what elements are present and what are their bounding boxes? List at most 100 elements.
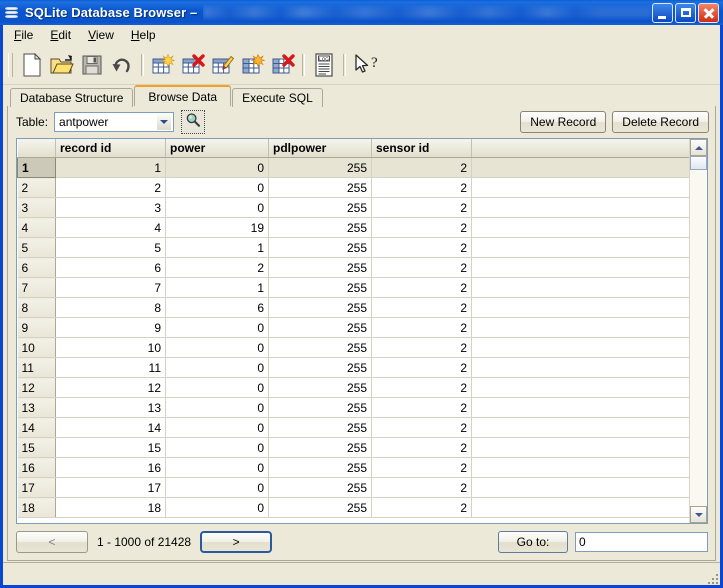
row-number[interactable]: 14 [17, 417, 56, 438]
vertical-scrollbar[interactable] [689, 139, 707, 523]
row-number[interactable]: 13 [17, 397, 56, 418]
save-icon[interactable] [77, 50, 107, 80]
row-number[interactable]: 12 [17, 377, 56, 398]
table-row[interactable]: 18 18 0 255 2 [17, 497, 689, 518]
cell-pdlpower[interactable]: 255 [268, 457, 372, 478]
cell-power[interactable]: 0 [165, 417, 269, 438]
column-header-pdlpower[interactable]: pdlpower [268, 139, 372, 158]
next-page-button[interactable]: > [200, 531, 273, 553]
cell-record-id[interactable]: 15 [55, 437, 166, 458]
cell-power[interactable]: 1 [165, 237, 269, 258]
cell-pdlpower[interactable]: 255 [268, 437, 372, 458]
cell-power[interactable]: 0 [165, 397, 269, 418]
row-number[interactable]: 7 [17, 277, 56, 298]
cell-pdlpower[interactable]: 255 [268, 257, 372, 278]
cell-record-id[interactable]: 6 [55, 257, 166, 278]
cell-power[interactable]: 0 [165, 457, 269, 478]
cell-pdlpower[interactable]: 255 [268, 477, 372, 498]
cell-record-id[interactable]: 10 [55, 337, 166, 358]
cell-power[interactable]: 19 [165, 217, 269, 238]
create-table-icon[interactable] [148, 50, 178, 80]
table-row[interactable]: 14 14 0 255 2 [17, 417, 689, 438]
row-number[interactable]: 18 [17, 497, 56, 518]
cell-sensor-id[interactable]: 2 [371, 277, 472, 298]
cell-sensor-id[interactable]: 2 [371, 397, 472, 418]
table-row[interactable]: 8 8 6 255 2 [17, 297, 689, 318]
cell-sensor-id[interactable]: 2 [371, 297, 472, 318]
cell-record-id[interactable]: 8 [55, 297, 166, 318]
row-number[interactable]: 17 [17, 477, 56, 498]
row-number[interactable]: 1 [17, 157, 56, 178]
cell-power[interactable]: 2 [165, 257, 269, 278]
cell-power[interactable]: 0 [165, 477, 269, 498]
tab-browse-data[interactable]: Browse Data [134, 85, 232, 106]
cell-record-id[interactable]: 17 [55, 477, 166, 498]
cell-sensor-id[interactable]: 2 [371, 197, 472, 218]
row-number[interactable]: 15 [17, 437, 56, 458]
table-row[interactable]: 10 10 0 255 2 [17, 337, 689, 358]
cell-power[interactable]: 0 [165, 497, 269, 518]
scrollbar-track[interactable] [690, 170, 707, 506]
table-row[interactable]: 2 2 0 255 2 [17, 177, 689, 198]
cell-power[interactable]: 0 [165, 357, 269, 378]
row-number[interactable]: 10 [17, 337, 56, 358]
cell-pdlpower[interactable]: 255 [268, 177, 372, 198]
menu-item-view[interactable]: View [80, 26, 123, 45]
column-header-power[interactable]: power [165, 139, 269, 158]
table-row[interactable]: 12 12 0 255 2 [17, 377, 689, 398]
cell-sensor-id[interactable]: 2 [371, 357, 472, 378]
cell-pdlpower[interactable]: 255 [268, 337, 372, 358]
cell-pdlpower[interactable]: 255 [268, 197, 372, 218]
cell-power[interactable]: 6 [165, 297, 269, 318]
cell-pdlpower[interactable]: 255 [268, 317, 372, 338]
cell-record-id[interactable]: 16 [55, 457, 166, 478]
new-database-icon[interactable] [17, 50, 47, 80]
cell-pdlpower[interactable]: 255 [268, 277, 372, 298]
search-button[interactable] [181, 110, 206, 134]
scroll-down-button[interactable] [690, 506, 707, 523]
resize-grip[interactable] [705, 571, 718, 584]
cell-record-id[interactable]: 14 [55, 417, 166, 438]
cell-pdlpower[interactable]: 255 [268, 237, 372, 258]
tab-database-structure[interactable]: Database Structure [10, 88, 134, 107]
cell-sensor-id[interactable]: 2 [371, 437, 472, 458]
table-row[interactable]: 9 9 0 255 2 [17, 317, 689, 338]
table-row[interactable]: 11 11 0 255 2 [17, 357, 689, 378]
cell-power[interactable]: 0 [165, 177, 269, 198]
row-number[interactable]: 9 [17, 317, 56, 338]
table-row[interactable]: 1 1 0 255 2 [17, 157, 689, 178]
table-row[interactable]: 16 16 0 255 2 [17, 457, 689, 478]
table-row[interactable]: 3 3 0 255 2 [17, 197, 689, 218]
maximize-button[interactable] [675, 2, 696, 23]
row-number[interactable]: 3 [17, 197, 56, 218]
row-number[interactable]: 5 [17, 237, 56, 258]
cell-sensor-id[interactable]: 2 [371, 317, 472, 338]
cell-sensor-id[interactable]: 2 [371, 497, 472, 518]
scrollbar-thumb[interactable] [690, 156, 707, 170]
cell-sensor-id[interactable]: 2 [371, 377, 472, 398]
go-to-input[interactable]: 0 [575, 532, 708, 552]
cell-pdlpower[interactable]: 255 [268, 157, 372, 178]
cell-pdlpower[interactable]: 255 [268, 297, 372, 318]
table-row[interactable]: 15 15 0 255 2 [17, 437, 689, 458]
scroll-up-button[interactable] [690, 139, 707, 156]
cell-sensor-id[interactable]: 2 [371, 417, 472, 438]
previous-page-button[interactable]: < [16, 531, 88, 553]
cell-pdlpower[interactable]: 255 [268, 397, 372, 418]
cell-sensor-id[interactable]: 2 [371, 257, 472, 278]
log-icon[interactable]: LOG [309, 50, 339, 80]
cell-record-id[interactable]: 5 [55, 237, 166, 258]
open-database-icon[interactable] [47, 50, 77, 80]
minimize-button[interactable] [652, 2, 673, 23]
cell-power[interactable]: 0 [165, 197, 269, 218]
cell-sensor-id[interactable]: 2 [371, 337, 472, 358]
cell-pdlpower[interactable]: 255 [268, 217, 372, 238]
row-number[interactable]: 8 [17, 297, 56, 318]
cell-pdlpower[interactable]: 255 [268, 357, 372, 378]
modify-table-icon[interactable] [208, 50, 238, 80]
cell-record-id[interactable]: 7 [55, 277, 166, 298]
cell-record-id[interactable]: 4 [55, 217, 166, 238]
cell-power[interactable]: 0 [165, 317, 269, 338]
delete-record-button[interactable]: Delete Record [612, 111, 709, 133]
cell-record-id[interactable]: 1 [55, 157, 166, 178]
